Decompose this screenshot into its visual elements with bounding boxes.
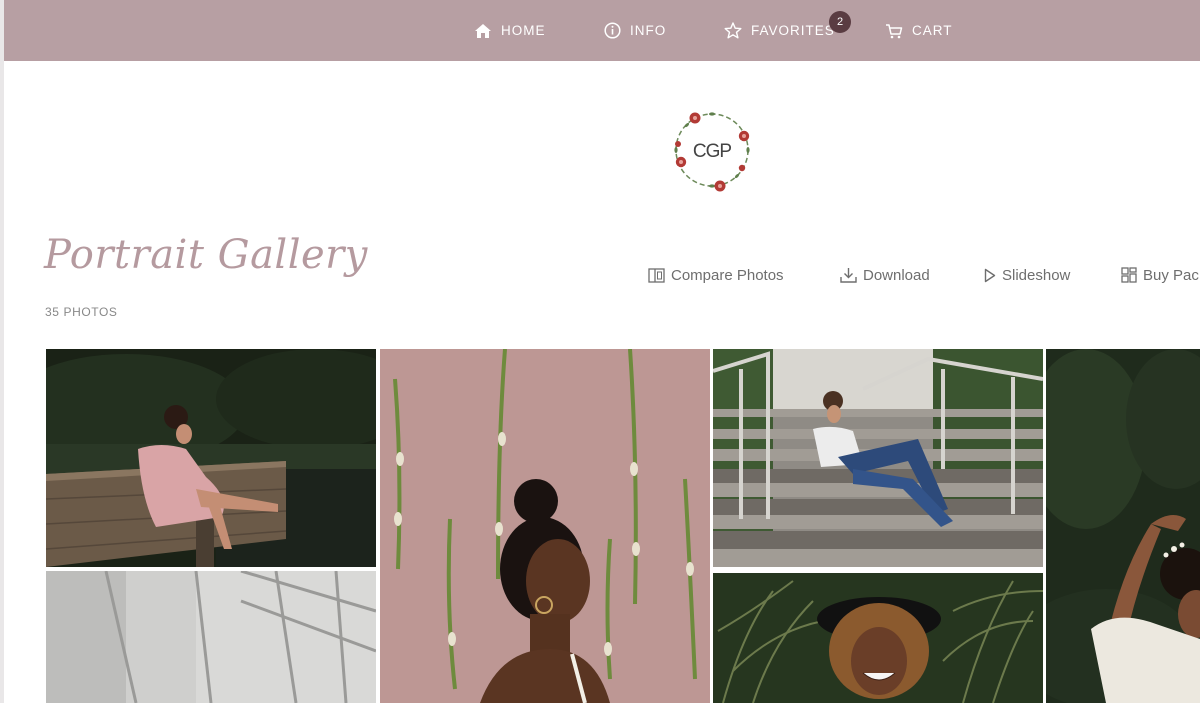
package-grid-icon — [1121, 267, 1137, 283]
photo-thumbnail-architecture[interactable] — [46, 571, 376, 703]
photo-thumbnail-pink-wall[interactable] — [380, 349, 710, 703]
photo-thumbnail-hat[interactable] — [713, 571, 1043, 703]
star-icon — [724, 22, 742, 39]
nav-cart-link[interactable]: CART — [885, 0, 953, 61]
download-button[interactable]: Download — [840, 264, 930, 286]
compare-photos-label: Compare Photos — [671, 266, 784, 284]
photo-foliage-image — [1046, 349, 1200, 703]
page: HOME INFO FAVORITES 2 CART CGP Portrait … — [4, 0, 1200, 703]
nav-home-link[interactable]: HOME — [474, 0, 546, 61]
nav-info-label: INFO — [630, 23, 667, 38]
floral-wreath-logo[interactable]: CGP — [668, 106, 756, 194]
nav-home-label: HOME — [501, 23, 546, 38]
top-navbar: HOME INFO FAVORITES 2 CART — [4, 0, 1200, 61]
slideshow-button[interactable]: Slideshow — [984, 264, 1070, 286]
photo-thumbnail-foliage[interactable] — [1046, 349, 1200, 703]
slideshow-label: Slideshow — [1002, 266, 1071, 284]
photo-stairs-image — [713, 349, 1043, 567]
photo-thumbnail-dock[interactable] — [46, 349, 376, 567]
cart-icon — [886, 23, 903, 38]
nav-favorites-label: FAVORITES — [751, 23, 835, 38]
download-label: Download — [863, 266, 930, 284]
compare-icon — [648, 267, 665, 283]
photo-dock-image — [46, 349, 376, 567]
buy-package-label: Buy Pac — [1143, 266, 1199, 284]
download-icon — [840, 268, 857, 283]
play-icon — [984, 268, 996, 282]
nav-cart-label: CART — [912, 23, 953, 38]
logo-text: CGP — [693, 141, 732, 162]
home-icon — [475, 23, 491, 38]
gallery-title: Portrait Gallery — [44, 232, 368, 278]
photo-count: 35 PHOTOS — [45, 305, 118, 319]
compare-photos-button[interactable]: Compare Photos — [648, 264, 784, 286]
photo-architecture-image — [46, 571, 376, 703]
photo-pink-wall-image — [380, 349, 710, 703]
photo-hat-image — [713, 571, 1043, 703]
favorites-count-badge: 2 — [829, 11, 851, 33]
nav-favorites-link[interactable]: FAVORITES — [724, 0, 835, 61]
nav-info-link[interactable]: INFO — [604, 0, 666, 61]
buy-package-button[interactable]: Buy Pac — [1121, 264, 1199, 286]
photo-thumbnail-stairs[interactable] — [713, 349, 1043, 567]
info-icon — [604, 22, 621, 39]
